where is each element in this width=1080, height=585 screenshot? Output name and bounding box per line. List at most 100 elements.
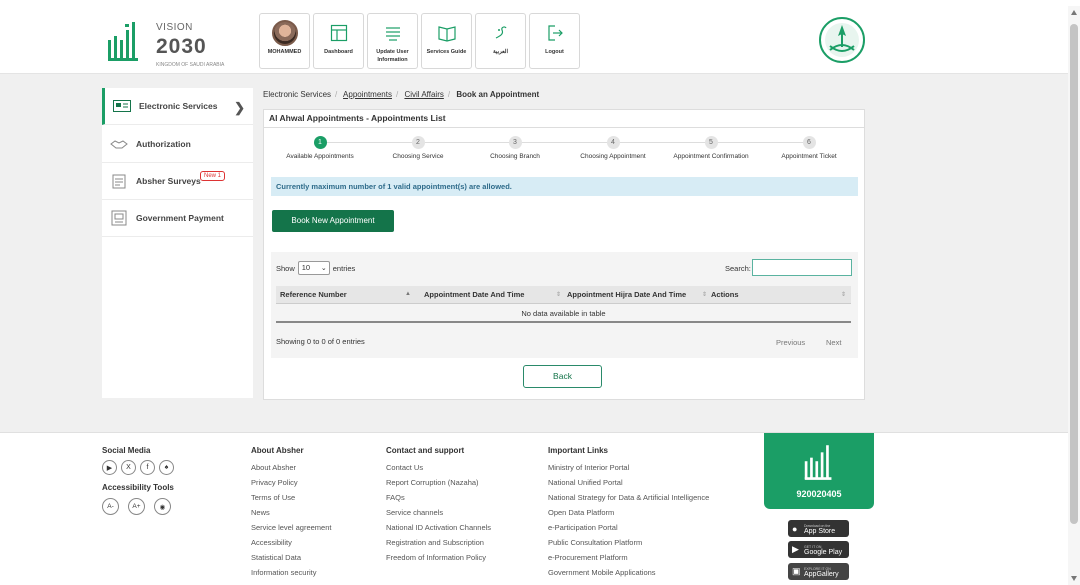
font-increase-button[interactable]: A+ xyxy=(128,498,145,515)
footer-link[interactable]: Public Consultation Platform xyxy=(548,535,709,550)
google-play-badge[interactable]: ▶ GET IT ON Google Play xyxy=(788,541,849,558)
column-hijra-date[interactable]: Appointment Hijra Date And Time xyxy=(567,286,702,304)
nav-logout[interactable]: Logout xyxy=(529,13,580,69)
nav-services-guide[interactable]: Services Guide xyxy=(421,13,472,69)
footer-contact: Contact and support Contact Us Report Co… xyxy=(386,446,491,565)
sidebar-item-label: Absher Surveys xyxy=(136,176,201,186)
info-alert: Currently maximum number of 1 valid appo… xyxy=(271,177,858,196)
entries-value: 10 xyxy=(301,263,311,272)
footer-link[interactable]: FAQs xyxy=(386,490,491,505)
pagination-previous[interactable]: Previous xyxy=(776,338,805,347)
step-number: 3 xyxy=(508,136,522,149)
arabic-language-icon xyxy=(495,26,507,39)
sidebar-item-electronic-services[interactable]: Electronic Services ❯ xyxy=(102,88,253,125)
sidebar-item-absher-surveys[interactable]: Absher Surveys New 1 xyxy=(102,163,253,200)
logout-icon xyxy=(547,25,563,41)
scrollbar-thumb[interactable] xyxy=(1070,24,1078,524)
footer-link[interactable]: e-Procurement Platform xyxy=(548,550,709,565)
sort-icon[interactable]: ⇕ xyxy=(841,291,846,298)
nav-profile[interactable]: MOHAMMED xyxy=(259,13,310,69)
store-big-text: App Store xyxy=(804,527,836,535)
footer-link[interactable]: Service level agreement xyxy=(251,520,331,535)
appointments-panel: Al Ahwal Appointments - Appointments Lis… xyxy=(263,109,865,400)
appgallery-badge[interactable]: ▣ EXPLORE IT ON AppGallery xyxy=(788,563,849,580)
sidebar-item-authorization[interactable]: Authorization xyxy=(102,126,253,163)
important-links-heading: Important Links xyxy=(548,446,609,455)
footer-link[interactable]: Open Data Platform xyxy=(548,505,709,520)
back-button[interactable]: Back xyxy=(523,365,602,388)
x-icon[interactable]: X xyxy=(121,460,136,475)
footer-link[interactable]: Service channels xyxy=(386,505,491,520)
appgallery-icon: ▣ xyxy=(792,566,801,576)
step-label: Available Appointments xyxy=(286,153,354,160)
nav-dashboard[interactable]: Dashboard xyxy=(313,13,364,69)
footer-link[interactable]: National Unified Portal xyxy=(548,475,709,490)
page-scrollbar[interactable] xyxy=(1068,6,1080,585)
footer-link[interactable]: Government Mobile Applications xyxy=(548,565,709,580)
scroll-up-icon[interactable] xyxy=(1071,10,1077,15)
appointments-table: Show 10 ⌄ entries Search: Reference Numbe… xyxy=(271,252,858,358)
step-choosing-branch: 3 Choosing Branch xyxy=(460,136,570,160)
entries-select[interactable]: 10 ⌄ xyxy=(297,261,330,275)
scroll-down-icon[interactable] xyxy=(1071,576,1077,581)
nav-update-user-info[interactable]: Update User Information xyxy=(367,13,418,69)
sort-asc-icon[interactable]: ▲ xyxy=(405,291,411,297)
nav-language[interactable]: العربية xyxy=(475,13,526,69)
column-appointment-date[interactable]: Appointment Date And Time xyxy=(424,286,524,304)
footer-link[interactable]: Statistical Data xyxy=(251,550,331,565)
book-new-appointment-button[interactable]: Book New Appointment xyxy=(272,210,394,232)
footer-link[interactable]: Accessibility xyxy=(251,535,331,550)
column-reference-number[interactable]: Reference Number xyxy=(280,286,347,304)
sort-icon[interactable]: ⇕ xyxy=(556,291,561,298)
breadcrumb-link-appointments[interactable]: Appointments xyxy=(343,90,392,99)
apple-icon: ● xyxy=(792,523,798,534)
nav-language-label: العربية xyxy=(492,49,509,55)
footer-link[interactable]: National ID Activation Channels xyxy=(386,520,491,535)
footer: Social Media ▶ X f ♠ Accessibility Tools… xyxy=(0,432,1068,585)
dashboard-icon xyxy=(330,24,347,42)
facebook-icon[interactable]: f xyxy=(140,460,155,475)
footer-link[interactable]: Contact Us xyxy=(386,460,491,475)
header: VISION 2030 KINGDOM OF SAUDI ARABIA MOHA… xyxy=(0,6,1068,74)
footer-link[interactable]: Freedom of Information Policy xyxy=(386,550,491,565)
about-heading: About Absher xyxy=(251,446,304,455)
snapchat-icon[interactable]: ♠ xyxy=(159,460,174,475)
pagination-next[interactable]: Next xyxy=(826,338,841,347)
table-empty-row: No data available in table xyxy=(276,305,851,323)
store-big-text: Google Play xyxy=(804,548,843,556)
footer-link[interactable]: About Absher xyxy=(251,460,331,475)
step-number: 5 xyxy=(704,136,718,149)
footer-link[interactable]: Report Corruption (Nazaha) xyxy=(386,475,491,490)
new-badge: New 1 xyxy=(200,171,226,181)
footer-link[interactable]: News xyxy=(251,505,331,520)
youtube-icon[interactable]: ▶ xyxy=(102,460,117,475)
footer-link[interactable]: Ministry of Interior Portal xyxy=(548,460,709,475)
accessibility-tools-heading: Accessibility Tools xyxy=(102,483,174,492)
step-label: Appointment Confirmation xyxy=(673,153,749,160)
breadcrumb-current: Book an Appointment xyxy=(456,90,540,99)
sidebar-item-government-payment[interactable]: Government Payment xyxy=(102,200,253,237)
footer-link[interactable]: e-Participation Portal xyxy=(548,520,709,535)
app-store-badge[interactable]: ● Download on the App Store xyxy=(788,520,849,537)
column-actions[interactable]: Actions xyxy=(711,286,739,304)
search-input[interactable] xyxy=(752,259,852,276)
footer-link[interactable]: Information security xyxy=(251,565,331,580)
footer-important-links: Important Links Ministry of Interior Por… xyxy=(548,446,709,580)
font-decrease-button[interactable]: A- xyxy=(102,498,119,515)
entries-label: entries xyxy=(332,263,356,273)
absher-logo[interactable]: VISION 2030 KINGDOM OF SAUDI ARABIA xyxy=(106,16,226,71)
phone-number: 920020405 xyxy=(796,489,842,499)
footer-link[interactable]: National Strategy for Data & Artificial … xyxy=(548,490,709,505)
step-label: Choosing Service xyxy=(392,153,444,160)
breadcrumb-item[interactable]: Electronic Services xyxy=(263,90,331,99)
step-choosing-service: 2 Choosing Service xyxy=(363,136,473,160)
footer-link[interactable]: Registration and Subscription xyxy=(386,535,491,550)
step-choosing-appointment: 4 Choosing Appointment xyxy=(558,136,668,160)
footer-link[interactable]: Privacy Policy xyxy=(251,475,331,490)
view-icon[interactable]: ◉ xyxy=(154,498,171,515)
payment-icon xyxy=(110,210,128,226)
breadcrumb-link-civil-affairs[interactable]: Civil Affairs xyxy=(404,90,443,99)
footer-link[interactable]: Terms of Use xyxy=(251,490,331,505)
sort-icon[interactable]: ⇕ xyxy=(702,291,707,298)
user-info-icon xyxy=(385,27,400,41)
